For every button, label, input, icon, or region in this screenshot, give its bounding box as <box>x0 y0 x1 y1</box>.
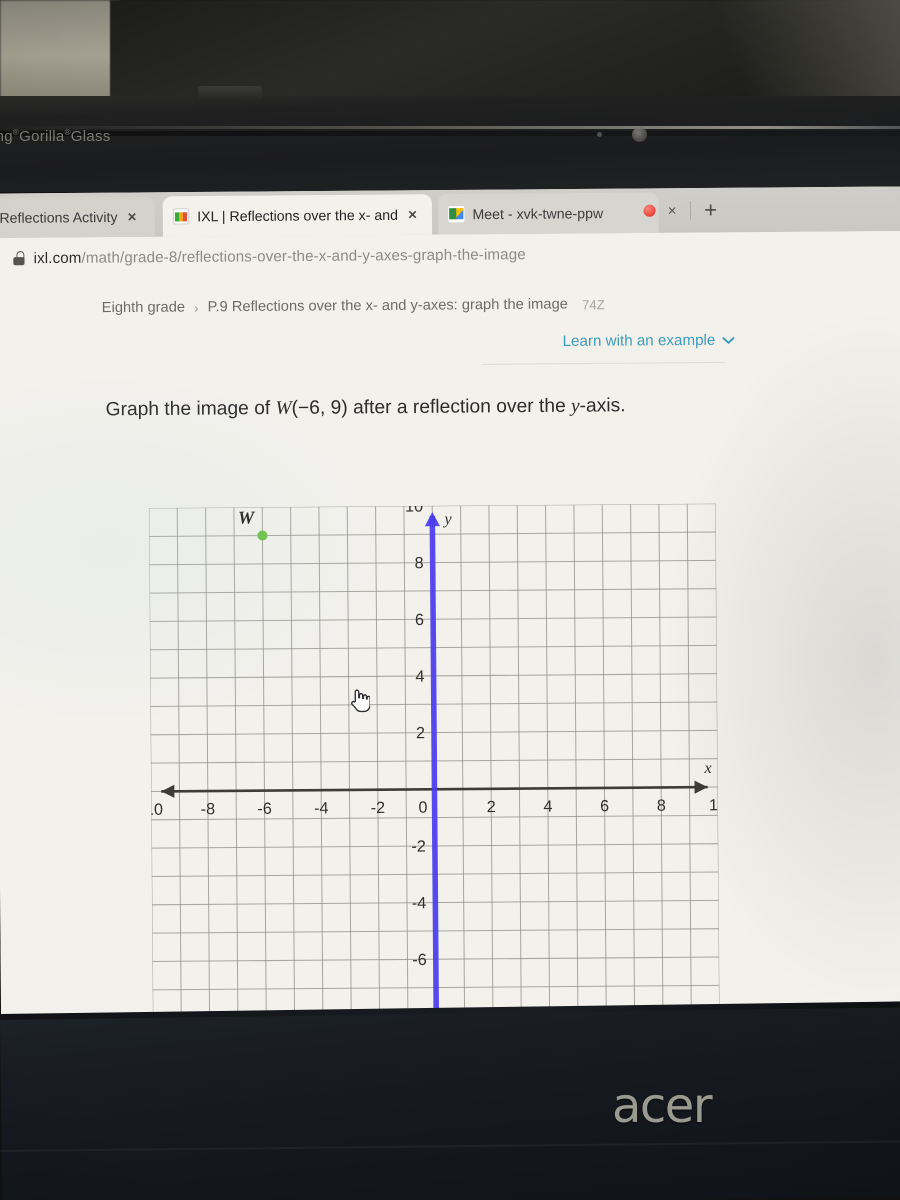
webcam-led-icon <box>597 132 602 137</box>
svg-text:-2: -2 <box>411 838 426 856</box>
acer-brand-logo: acer <box>612 1078 713 1134</box>
laptop-hinge-line <box>0 131 900 136</box>
url-path: /math/grade-8/reflections-over-the-x-and… <box>81 245 526 267</box>
laptop-lower-deck <box>0 1006 900 1200</box>
tab-close-icon[interactable]: × <box>408 206 417 223</box>
chevron-down-icon <box>722 333 735 347</box>
svg-text:10: 10 <box>709 796 720 814</box>
question-suffix-2: -axis. <box>579 395 626 417</box>
gorilla-glass-text-3: Glass <box>70 128 111 145</box>
svg-text:-6: -6 <box>257 800 272 818</box>
learn-with-an-example-link[interactable]: Learn with an example <box>563 331 735 350</box>
question-point-coords: (−6, 9) <box>291 397 348 419</box>
question-point-name: W <box>275 397 292 420</box>
browser-tab-strip: - Reflections Activity × IXL | Reflectio… <box>0 186 900 239</box>
breadcrumb: Eighth grade › P.9 Reflections over the … <box>102 296 605 316</box>
google-meet-favicon-icon <box>448 206 465 223</box>
question-suffix: after a reflection over the <box>347 395 572 419</box>
address-bar[interactable]: ixl.com/math/grade-8/reflections-over-th… <box>0 230 900 279</box>
svg-text:2: 2 <box>416 724 425 742</box>
svg-text:6: 6 <box>415 611 424 629</box>
browser-window: - Reflections Activity × IXL | Reflectio… <box>0 186 900 1059</box>
svg-text:x: x <box>703 759 712 777</box>
y-axis <box>424 511 445 1059</box>
gorilla-glass-text-1: ing <box>0 128 13 145</box>
svg-text:4: 4 <box>415 668 424 686</box>
laptop-lid-latch <box>198 86 262 102</box>
laptop-screen-photo: ing®Gorilla®Glass - Reflections Activity… <box>0 0 900 1200</box>
learn-with-example-row: Learn with an example <box>107 331 735 353</box>
tabstrip-divider <box>689 201 692 220</box>
ixl-favicon-icon <box>172 208 190 225</box>
svg-text:4: 4 <box>543 798 552 816</box>
laptop-top-bezel <box>0 96 900 192</box>
breadcrumb-separator-icon: › <box>194 299 199 315</box>
svg-text:8: 8 <box>414 554 423 572</box>
svg-text:y: y <box>442 510 452 528</box>
coordinate-grid[interactable]: -10-8-6-4-20246810108642-2-4-6-8-10 xy W <box>148 503 721 1059</box>
section-divider <box>481 361 725 365</box>
learn-link-label: Learn with an example <box>562 331 716 351</box>
ixl-page-content: Eighth grade › P.9 Reflections over the … <box>0 271 900 1059</box>
svg-text:-6: -6 <box>412 951 427 969</box>
svg-text:-4: -4 <box>412 894 427 912</box>
breadcrumb-skill: P.9 Reflections over the x- and y-axes: … <box>207 296 568 316</box>
bezel-highlight <box>0 126 900 129</box>
browser-tab-ixl[interactable]: IXL | Reflections over the x- and × <box>162 194 433 237</box>
svg-text:-4: -4 <box>314 799 329 817</box>
svg-text:10: 10 <box>405 504 423 516</box>
gorilla-glass-branding: ing®Gorilla®Glass <box>0 128 111 145</box>
svg-text:W: W <box>238 507 256 527</box>
browser-tab-meet[interactable]: Meet - xvk-twne-ppw <box>437 192 659 235</box>
svg-text:6: 6 <box>600 797 609 815</box>
tab-title: IXL | Reflections over the x- and <box>197 206 399 225</box>
svg-text:-2: -2 <box>371 799 386 817</box>
svg-text:0: 0 <box>418 799 427 817</box>
tab-close-icon[interactable]: × <box>128 208 137 225</box>
breadcrumb-grade[interactable]: Eighth grade <box>102 299 185 316</box>
tab-title: - Reflections Activity <box>0 208 118 226</box>
gorilla-glass-text-2: Gorilla <box>19 128 65 145</box>
coordinate-plane-svg[interactable]: -10-8-6-4-20246810108642-2-4-6-8-10 xy W <box>148 503 721 1059</box>
svg-text:2: 2 <box>487 798 496 816</box>
address-bar-url: ixl.com/math/grade-8/reflections-over-th… <box>34 246 526 267</box>
svg-text:-8: -8 <box>201 800 216 818</box>
question-prompt: Graph the image of W(−6, 9) after a refl… <box>106 395 626 421</box>
svg-text:-10: -10 <box>149 801 163 819</box>
new-tab-button[interactable]: + <box>704 197 717 222</box>
axis-titles: xy <box>442 510 712 777</box>
url-domain: ixl.com <box>33 249 82 267</box>
tab-close-icon-meet[interactable]: × <box>668 202 677 219</box>
question-prefix: Graph the image of <box>105 397 276 421</box>
tab-title: Meet - xvk-twne-ppw <box>472 204 604 223</box>
background-wall-left <box>0 0 120 100</box>
browser-tab-reflections-activity[interactable]: - Reflections Activity × <box>0 196 155 239</box>
background-wall-glow <box>670 0 900 108</box>
recording-dot-icon[interactable] <box>643 204 656 217</box>
lock-icon <box>13 251 24 265</box>
svg-text:8: 8 <box>657 797 666 815</box>
webcam-icon <box>632 127 647 142</box>
breadcrumb-skill-code: 74Z <box>581 296 605 312</box>
